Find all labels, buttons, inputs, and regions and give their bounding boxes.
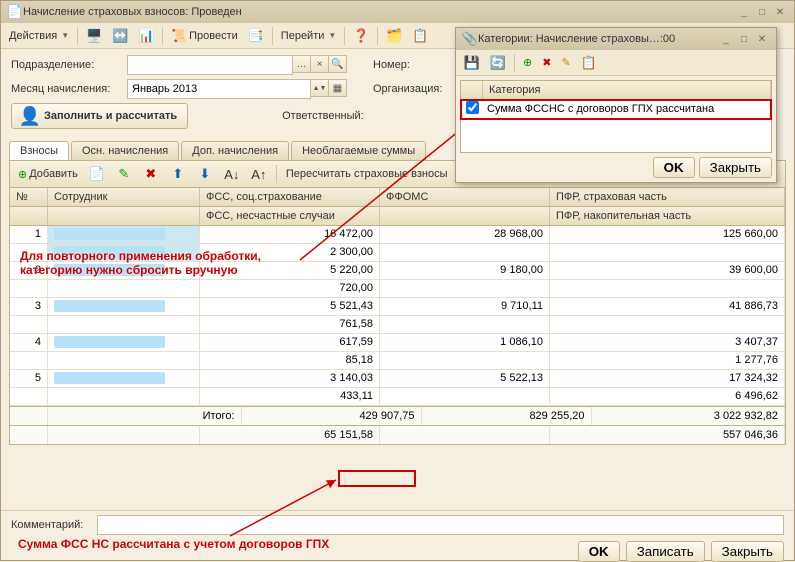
resp-label: Ответственный: (282, 110, 372, 122)
table-row[interactable]: 720,00 (10, 280, 785, 298)
total-pfr1: 3 022 932,82 (592, 407, 786, 425)
tb-btn-8[interactable]: 📋 (408, 25, 432, 47)
grid: № Сотрудник ФСС, соц.страхование ФФОМС П… (9, 187, 786, 445)
fill-calc-icon: 👤 (22, 108, 38, 124)
tb-btn-1[interactable]: 🖥️ (82, 25, 106, 47)
gtb-sort-asc[interactable]: A↓ (220, 163, 244, 185)
cat-close-button[interactable]: Закрыть (699, 157, 772, 178)
save-button[interactable]: Записать (626, 541, 705, 562)
dept-search-btn[interactable]: 🔍 (329, 55, 347, 73)
window-title: Начисление страховых взносов: Проведен (23, 6, 734, 18)
gtb-sort-desc[interactable]: A↑ (247, 163, 271, 185)
table-row[interactable]: 116 472,0028 968,00125 660,00 (10, 226, 785, 244)
cat-add-btn[interactable]: ⊕ (519, 53, 536, 72)
month-up-btn[interactable]: ▲▼ (311, 79, 329, 97)
hdr-pfr1[interactable]: ПФР, страховая часть (550, 188, 785, 206)
main-titlebar: 📄 Начисление страховых взносов: Проведен… (1, 1, 794, 23)
annotation-2: Сумма ФСС НС рассчитана с учетом договор… (18, 537, 329, 551)
cat-close-icon[interactable]: ✕ (754, 32, 770, 46)
tb-btn-3[interactable]: 📊 (134, 25, 158, 47)
hdr-fss1[interactable]: ФСС, соц.страхование (200, 188, 380, 206)
table-row[interactable]: 4617,591 086,103 407,37 (10, 334, 785, 352)
cat-maximize-icon[interactable]: □ (736, 32, 752, 46)
table-row[interactable]: 35 521,439 710,1141 886,73 (10, 298, 785, 316)
grid-header-row2: ФСС, несчастные случаи ПФР, накопительна… (10, 207, 785, 226)
gtb-copy[interactable]: 📄 (85, 163, 109, 185)
gtb-edit[interactable]: ✎ (112, 163, 136, 185)
cat-row[interactable]: Сумма ФССНС с договоров ГПХ рассчитана (461, 100, 771, 119)
cat-grid: Категория Сумма ФССНС с договоров ГПХ ра… (460, 80, 772, 153)
number-label: Номер: (373, 59, 443, 71)
close-icon[interactable]: ✕ (772, 5, 788, 19)
minimize-icon[interactable]: _ (736, 5, 752, 19)
provesti-button[interactable]: 📜Провести (167, 25, 242, 47)
total-fss2: 65 151,58 (200, 426, 380, 444)
maximize-icon[interactable]: □ (754, 5, 770, 19)
total-ffoms: 829 255,20 (422, 407, 592, 425)
cat-del-btn[interactable]: ✖ (538, 53, 555, 72)
dept-label: Подразделение: (11, 59, 121, 71)
fill-calc-label: Заполнить и рассчитать (44, 110, 177, 122)
hdr-ffoms[interactable]: ФФОМС (380, 188, 550, 206)
add-button[interactable]: ⊕Добавить (14, 165, 82, 184)
cat-list-btn[interactable]: 📋 (577, 52, 601, 74)
hdr-pfr2[interactable]: ПФР, накопительная часть (550, 207, 785, 225)
cat-item-label: Сумма ФССНС с договоров ГПХ рассчитана (483, 101, 771, 117)
tb-btn-7[interactable]: 🗂️ (382, 25, 406, 47)
tab-dop[interactable]: Доп. начисления (181, 141, 289, 160)
total-pfr2: 557 046,36 (550, 426, 785, 444)
cat-header[interactable]: Категория (483, 81, 771, 99)
hdr-n[interactable]: № (10, 188, 48, 206)
actions-menu[interactable]: Действия▼ (5, 27, 73, 45)
tab-osn[interactable]: Осн. начисления (71, 141, 179, 160)
table-row[interactable]: 433,116 496,62 (10, 388, 785, 406)
fill-calc-button[interactable]: 👤 Заполнить и рассчитать (11, 103, 188, 129)
goto-menu[interactable]: Перейти▼ (277, 27, 341, 45)
totals-row-2: 65 151,58 557 046,36 (10, 425, 785, 444)
help-button[interactable]: ❓ (349, 25, 373, 47)
recalc-button[interactable]: Пересчитать страховые взносы (282, 165, 452, 183)
table-row[interactable]: 761,58 (10, 316, 785, 334)
cat-app-icon: 📎 (462, 31, 478, 47)
cat-titlebar: 📎 Категории: Начисление страховы…:00 _ □… (456, 28, 776, 50)
dept-field[interactable] (127, 55, 293, 75)
month-label: Месяц начисления: (11, 83, 121, 95)
ok-button[interactable]: OK (578, 541, 620, 562)
category-window: 📎 Категории: Начисление страховы…:00 _ □… (455, 27, 777, 183)
org-label: Организация: (373, 83, 443, 95)
annotation-1: Для повторного применения обработки, кат… (20, 249, 261, 277)
tb-btn-2[interactable]: ↔️ (108, 25, 132, 47)
dept-clear-btn[interactable]: × (311, 55, 329, 73)
tab-neobl[interactable]: Необлагаемые суммы (291, 141, 426, 160)
hdr-fss2[interactable]: ФСС, несчастные случаи (200, 207, 380, 225)
totals-row-1: Итого: 429 907,75 829 255,20 3 022 932,8… (10, 406, 785, 425)
tb-btn-5[interactable]: 📑 (244, 25, 268, 47)
cat-edit-btn[interactable]: ✎ (557, 53, 574, 72)
totals-label: Итого: (48, 407, 242, 425)
month-field[interactable] (127, 79, 311, 99)
month-cal-btn[interactable]: ▦ (329, 79, 347, 97)
total-fss1: 429 907,75 (242, 407, 422, 425)
tab-vznosy[interactable]: Взносы (9, 141, 69, 160)
cat-toolbar: 💾 🔄 ⊕ ✖ ✎ 📋 (456, 50, 776, 76)
app-icon: 📄 (7, 4, 23, 20)
cat-ok-button[interactable]: OK (653, 157, 695, 178)
dept-select-btn[interactable]: … (293, 55, 311, 73)
gtb-delete[interactable]: ✖ (139, 163, 163, 185)
close-button[interactable]: Закрыть (711, 541, 784, 562)
hdr-emp[interactable]: Сотрудник (48, 188, 200, 206)
comment-field[interactable] (97, 515, 784, 535)
cat-minimize-icon[interactable]: _ (718, 32, 734, 46)
comment-label: Комментарий: (11, 519, 91, 531)
table-row[interactable]: 53 140,035 522,1317 324,32 (10, 370, 785, 388)
cat-checkbox[interactable] (466, 101, 479, 114)
cat-refresh-btn[interactable]: 🔄 (486, 52, 510, 74)
table-row[interactable]: 85,181 277,76 (10, 352, 785, 370)
gtb-up[interactable]: ⬆ (166, 163, 190, 185)
grid-header-row1: № Сотрудник ФСС, соц.страхование ФФОМС П… (10, 188, 785, 207)
footer: Комментарий: OK Записать Закрыть (1, 510, 794, 560)
cat-save-btn[interactable]: 💾 (460, 52, 484, 74)
cat-title: Категории: Начисление страховы…:00 (478, 33, 716, 45)
gtb-down[interactable]: ⬇ (193, 163, 217, 185)
